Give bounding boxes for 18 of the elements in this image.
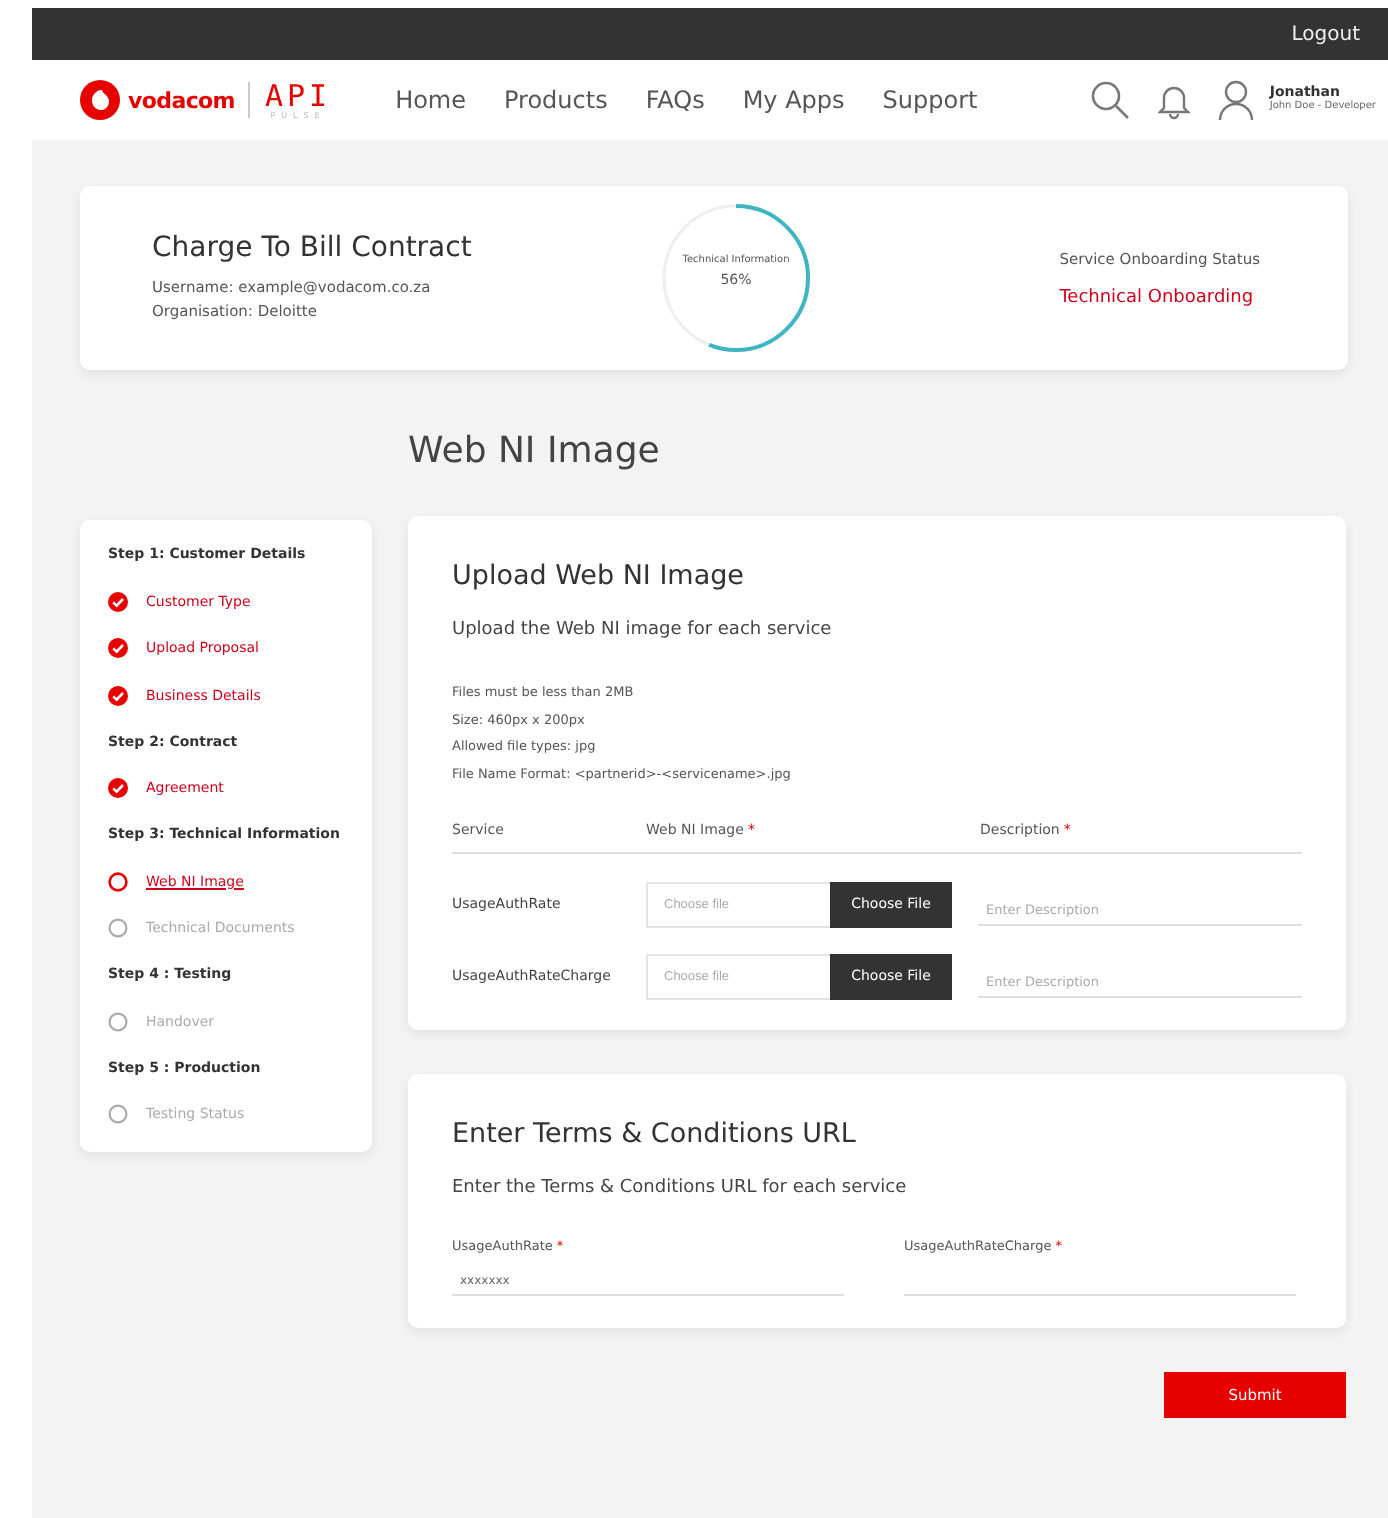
logo-text: vodacom [128,87,235,113]
logo-icon [80,80,120,120]
nav-link[interactable]: Products [504,86,608,114]
section-title: Enter Terms & Conditions URL [452,1118,858,1150]
logo-text: API [264,81,332,111]
contract-title: Charge To Bill Contract [152,232,474,264]
nav-link[interactable]: Home [395,86,466,114]
page-title: Web NI Image [408,430,662,472]
status-value: Technical Onboarding [1059,287,1256,307]
section-subtitle: Enter the Terms & Conditions URL for each service [452,1178,909,1198]
section-subtitle: Upload the Web NI image for each service [452,620,834,640]
nav-link[interactable]: FAQs [645,86,705,114]
search-icon [1089,80,1130,120]
user-icon [1217,80,1254,120]
nav-link[interactable]: Support [882,86,978,114]
section-title: Upload Web NI Image [452,560,746,592]
logout-link[interactable]: Logout [1291,23,1360,45]
nav-link[interactable]: My Apps [742,86,845,114]
